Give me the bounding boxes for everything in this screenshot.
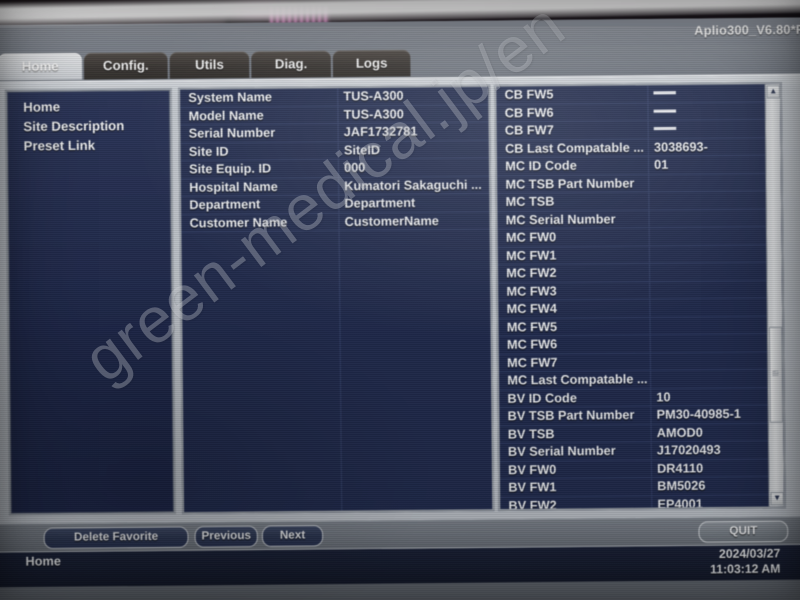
- board-info-value: J17020493: [656, 442, 721, 458]
- status-datetime: 2024/03/27 11:03:12 AM: [710, 546, 781, 577]
- board-info-key: CB FW6: [504, 105, 554, 120]
- sidebar-nav: Home Site Description Preset Link: [4, 87, 177, 516]
- board-info-key: MC Serial Number: [505, 211, 616, 227]
- board-info-value: BM5026: [657, 478, 706, 494]
- system-info-grid: System Name TUS-A300 Model Name TUS-A300 Ser…: [180, 86, 493, 513]
- content-area: Home Site Description Preset Link System…: [0, 73, 800, 525]
- empty-value-dash-icon: [653, 91, 676, 95]
- version-label: Aplio300_V6.80*F: [694, 22, 800, 38]
- tab-diag[interactable]: Diag.: [251, 50, 331, 78]
- board-info-value: [653, 103, 677, 120]
- vertical-scrollbar[interactable]: ▲ ▼: [764, 84, 784, 507]
- quit-button[interactable]: QUIT: [698, 520, 789, 543]
- board-info-grid: CB FW5 CB FW6 CB FW7 CB Last Compatable ...…: [496, 84, 784, 512]
- board-info-key: CB FW7: [504, 122, 554, 138]
- sidebar-item-site-description[interactable]: Site Description: [7, 115, 170, 136]
- board-info-key: BV FW1: [508, 479, 557, 495]
- system-info-key: Customer Name: [189, 214, 288, 230]
- system-info-value: JAF1732781: [343, 124, 418, 140]
- board-info-key: MC Last Compatable ...: [507, 371, 648, 388]
- system-info-value: 000: [344, 160, 366, 175]
- monitor-photo: Aplio300_V6.80*F Home Config. Utils Diag…: [0, 0, 800, 600]
- table-row[interactable]: BV FW2 EP4001: [500, 494, 784, 512]
- board-info-key: CB Last Compatable ...: [504, 139, 644, 156]
- board-info-key: CB FW5: [504, 87, 554, 102]
- tab-config[interactable]: Config.: [83, 52, 168, 80]
- board-info-key: MC ID Code: [505, 158, 577, 174]
- system-info-value: CustomerName: [344, 213, 439, 229]
- board-info-value: 10: [656, 389, 671, 405]
- system-info-value: TUS-A300: [343, 88, 404, 104]
- board-info-value: 3038693-: [653, 139, 708, 155]
- empty-value-dash-icon: [653, 127, 677, 131]
- tab-logs[interactable]: Logs: [332, 49, 411, 78]
- system-info-key: Site Equip. ID: [188, 161, 272, 177]
- empty-value-dash-icon: [653, 109, 677, 113]
- board-info-key: BV FW2: [508, 497, 557, 512]
- board-info-key: MC FW7: [507, 354, 558, 370]
- status-time: 11:03:12 AM: [710, 561, 781, 577]
- board-info-value: AMOD0: [656, 424, 703, 440]
- status-bar: Home 2024/03/27 11:03:12 AM: [0, 543, 800, 588]
- sidebar-item-home[interactable]: Home: [7, 96, 170, 117]
- scroll-up-arrow-icon[interactable]: ▲: [766, 85, 780, 99]
- board-info-value: EP4001: [657, 496, 703, 512]
- system-info-key: System Name: [188, 89, 273, 106]
- system-info-value: TUS-A300: [343, 106, 404, 122]
- application-screen: Aplio300_V6.80*F Home Config. Utils Diag…: [0, 17, 800, 600]
- board-info-key: MC FW1: [506, 247, 557, 263]
- board-info-key: BV ID Code: [507, 390, 577, 406]
- board-info-value: PM30-40985-1: [656, 406, 741, 422]
- previous-button[interactable]: Previous: [194, 525, 258, 548]
- scrollbar-grip-icon: [772, 370, 779, 376]
- board-info-table: CB FW5 CB FW6 CB FW7 CB Last Compatable ...…: [494, 81, 786, 512]
- board-info-value: [653, 121, 677, 138]
- system-info-key: Model Name: [188, 107, 264, 123]
- board-info-key: BV TSB Part Number: [507, 407, 635, 424]
- board-info-value: [653, 85, 676, 102]
- system-info-value: Department: [344, 195, 416, 211]
- board-info-value: 01: [654, 157, 669, 172]
- board-info-key: MC FW6: [506, 337, 558, 352]
- board-info-key: BV FW0: [508, 462, 557, 477]
- delete-favorite-button[interactable]: Delete Favorite: [43, 526, 189, 550]
- tab-utils[interactable]: Utils: [169, 51, 250, 79]
- status-date: 2024/03/27: [718, 546, 781, 561]
- system-info-value: SiteID: [343, 142, 381, 158]
- system-info-key: Site ID: [188, 143, 229, 159]
- board-info-key: MC FW3: [506, 283, 557, 299]
- board-info-key: MC TSB Part Number: [505, 175, 635, 192]
- scrollbar-thumb[interactable]: [768, 326, 784, 423]
- system-info-value: Kumatori Sakaguchi ...: [344, 177, 482, 193]
- sidebar-item-preset-link[interactable]: Preset Link: [7, 135, 170, 156]
- system-info-table: System Name TUS-A300 Model Name TUS-A300 Ser…: [178, 84, 495, 515]
- system-info-key: Serial Number: [188, 125, 276, 141]
- next-button[interactable]: Next: [261, 525, 324, 548]
- board-info-key: BV TSB: [507, 426, 555, 442]
- board-info-key: MC FW2: [506, 265, 557, 281]
- status-location: Home: [25, 554, 62, 569]
- system-info-key: Department: [189, 197, 261, 213]
- board-info-key: BV Serial Number: [507, 443, 616, 459]
- board-info-key: MC FW0: [505, 230, 557, 245]
- system-info-key: Hospital Name: [189, 179, 278, 195]
- scroll-down-arrow-icon[interactable]: ▼: [770, 492, 784, 506]
- board-info-key: MC FW4: [506, 301, 557, 317]
- board-info-key: MC TSB: [505, 194, 555, 210]
- tab-home[interactable]: Home: [0, 53, 83, 81]
- board-info-value: DR4110: [656, 460, 704, 476]
- board-info-key: MC FW5: [506, 319, 558, 335]
- table-row[interactable]: Customer Name CustomerName: [181, 211, 490, 233]
